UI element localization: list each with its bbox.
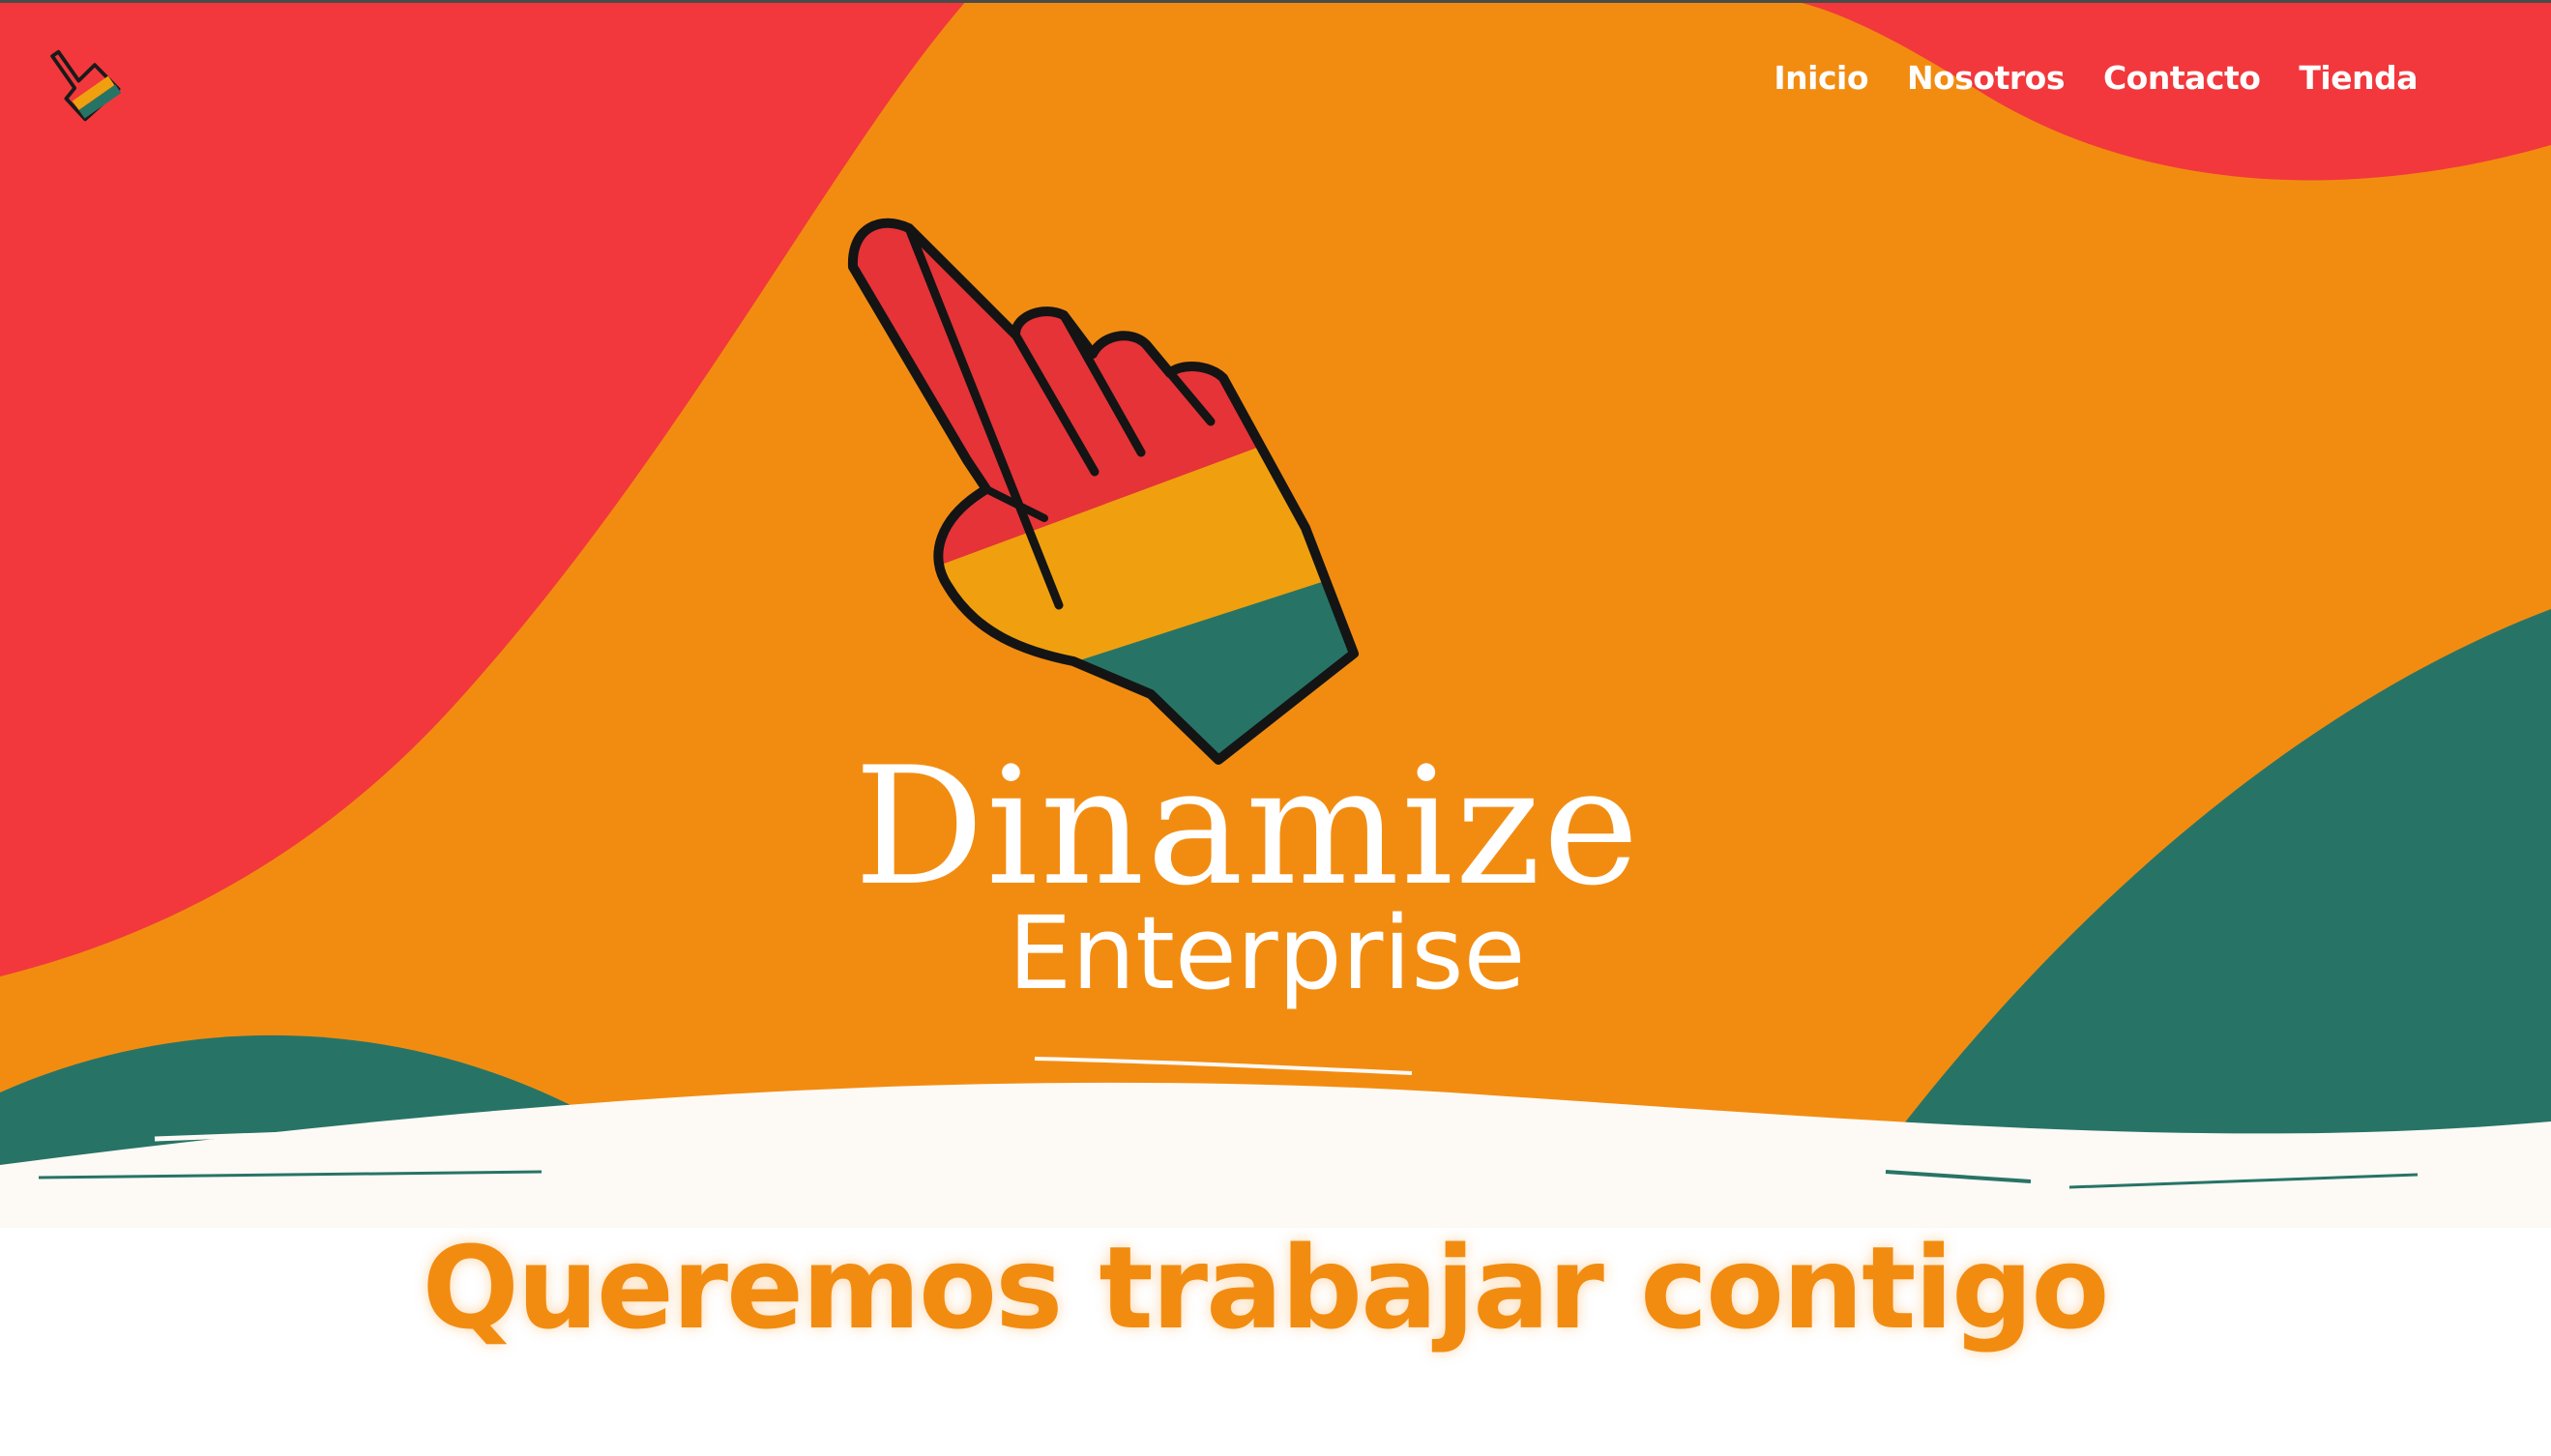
- page-tagline: Queremos trabajar contigo: [0, 1220, 2551, 1355]
- tagline-text: Queremos trabajar contigo: [422, 1221, 2110, 1354]
- nav-inicio[interactable]: Inicio: [1774, 54, 1868, 102]
- nav-tienda[interactable]: Tienda: [2299, 54, 2418, 102]
- nav-contacto[interactable]: Contacto: [2103, 54, 2261, 102]
- brand-name: Dinamize: [854, 732, 1641, 921]
- pointing-hand-icon[interactable]: [35, 35, 128, 128]
- main-nav: Inicio Nosotros Contacto Tienda: [1774, 54, 2418, 102]
- nav-nosotros[interactable]: Nosotros: [1907, 54, 2065, 102]
- brand-logo-text: Dinamize Enterprise: [832, 744, 1663, 1011]
- top-border: [0, 0, 2551, 3]
